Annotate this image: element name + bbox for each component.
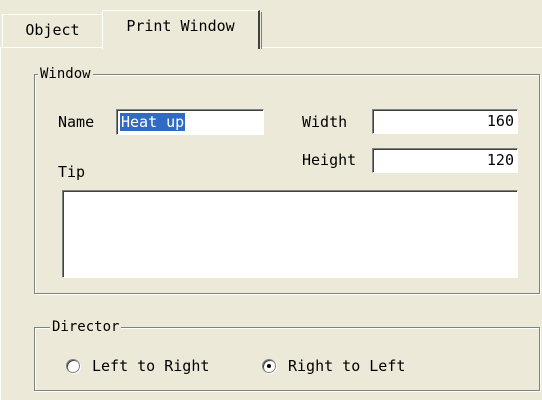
tip-textarea[interactable] xyxy=(62,190,518,278)
window-group-legend: Window xyxy=(38,66,93,82)
name-label: Name xyxy=(58,113,95,131)
tab-object[interactable]: Object xyxy=(2,14,102,48)
tab-print-window[interactable]: Print Window xyxy=(102,10,262,49)
tip-label: Tip xyxy=(58,163,86,181)
width-label: Width xyxy=(302,113,348,131)
radio-right-to-left-label: Right to Left xyxy=(288,357,406,375)
height-field[interactable]: 120 xyxy=(372,148,518,173)
page-border xyxy=(0,48,1,400)
radio-left-to-right[interactable]: Left to Right xyxy=(66,357,209,375)
radio-checked-icon xyxy=(262,359,276,373)
name-field-selected-text: Heat up xyxy=(120,113,186,131)
tab-strip: Object Print Window xyxy=(0,0,542,49)
print-window-dialog: Object Print Window Window Name Heat up … xyxy=(0,0,542,400)
width-field[interactable]: 160 xyxy=(372,109,518,134)
height-label: Height xyxy=(302,151,357,169)
radio-right-to-left[interactable]: Right to Left xyxy=(262,357,405,375)
tab-divider xyxy=(262,47,542,48)
radio-left-to-right-label: Left to Right xyxy=(92,357,210,375)
name-field[interactable]: Heat up xyxy=(116,109,264,135)
radio-unchecked-icon xyxy=(66,359,80,373)
director-group-legend: Director xyxy=(50,319,122,335)
tab-divider xyxy=(0,47,102,48)
